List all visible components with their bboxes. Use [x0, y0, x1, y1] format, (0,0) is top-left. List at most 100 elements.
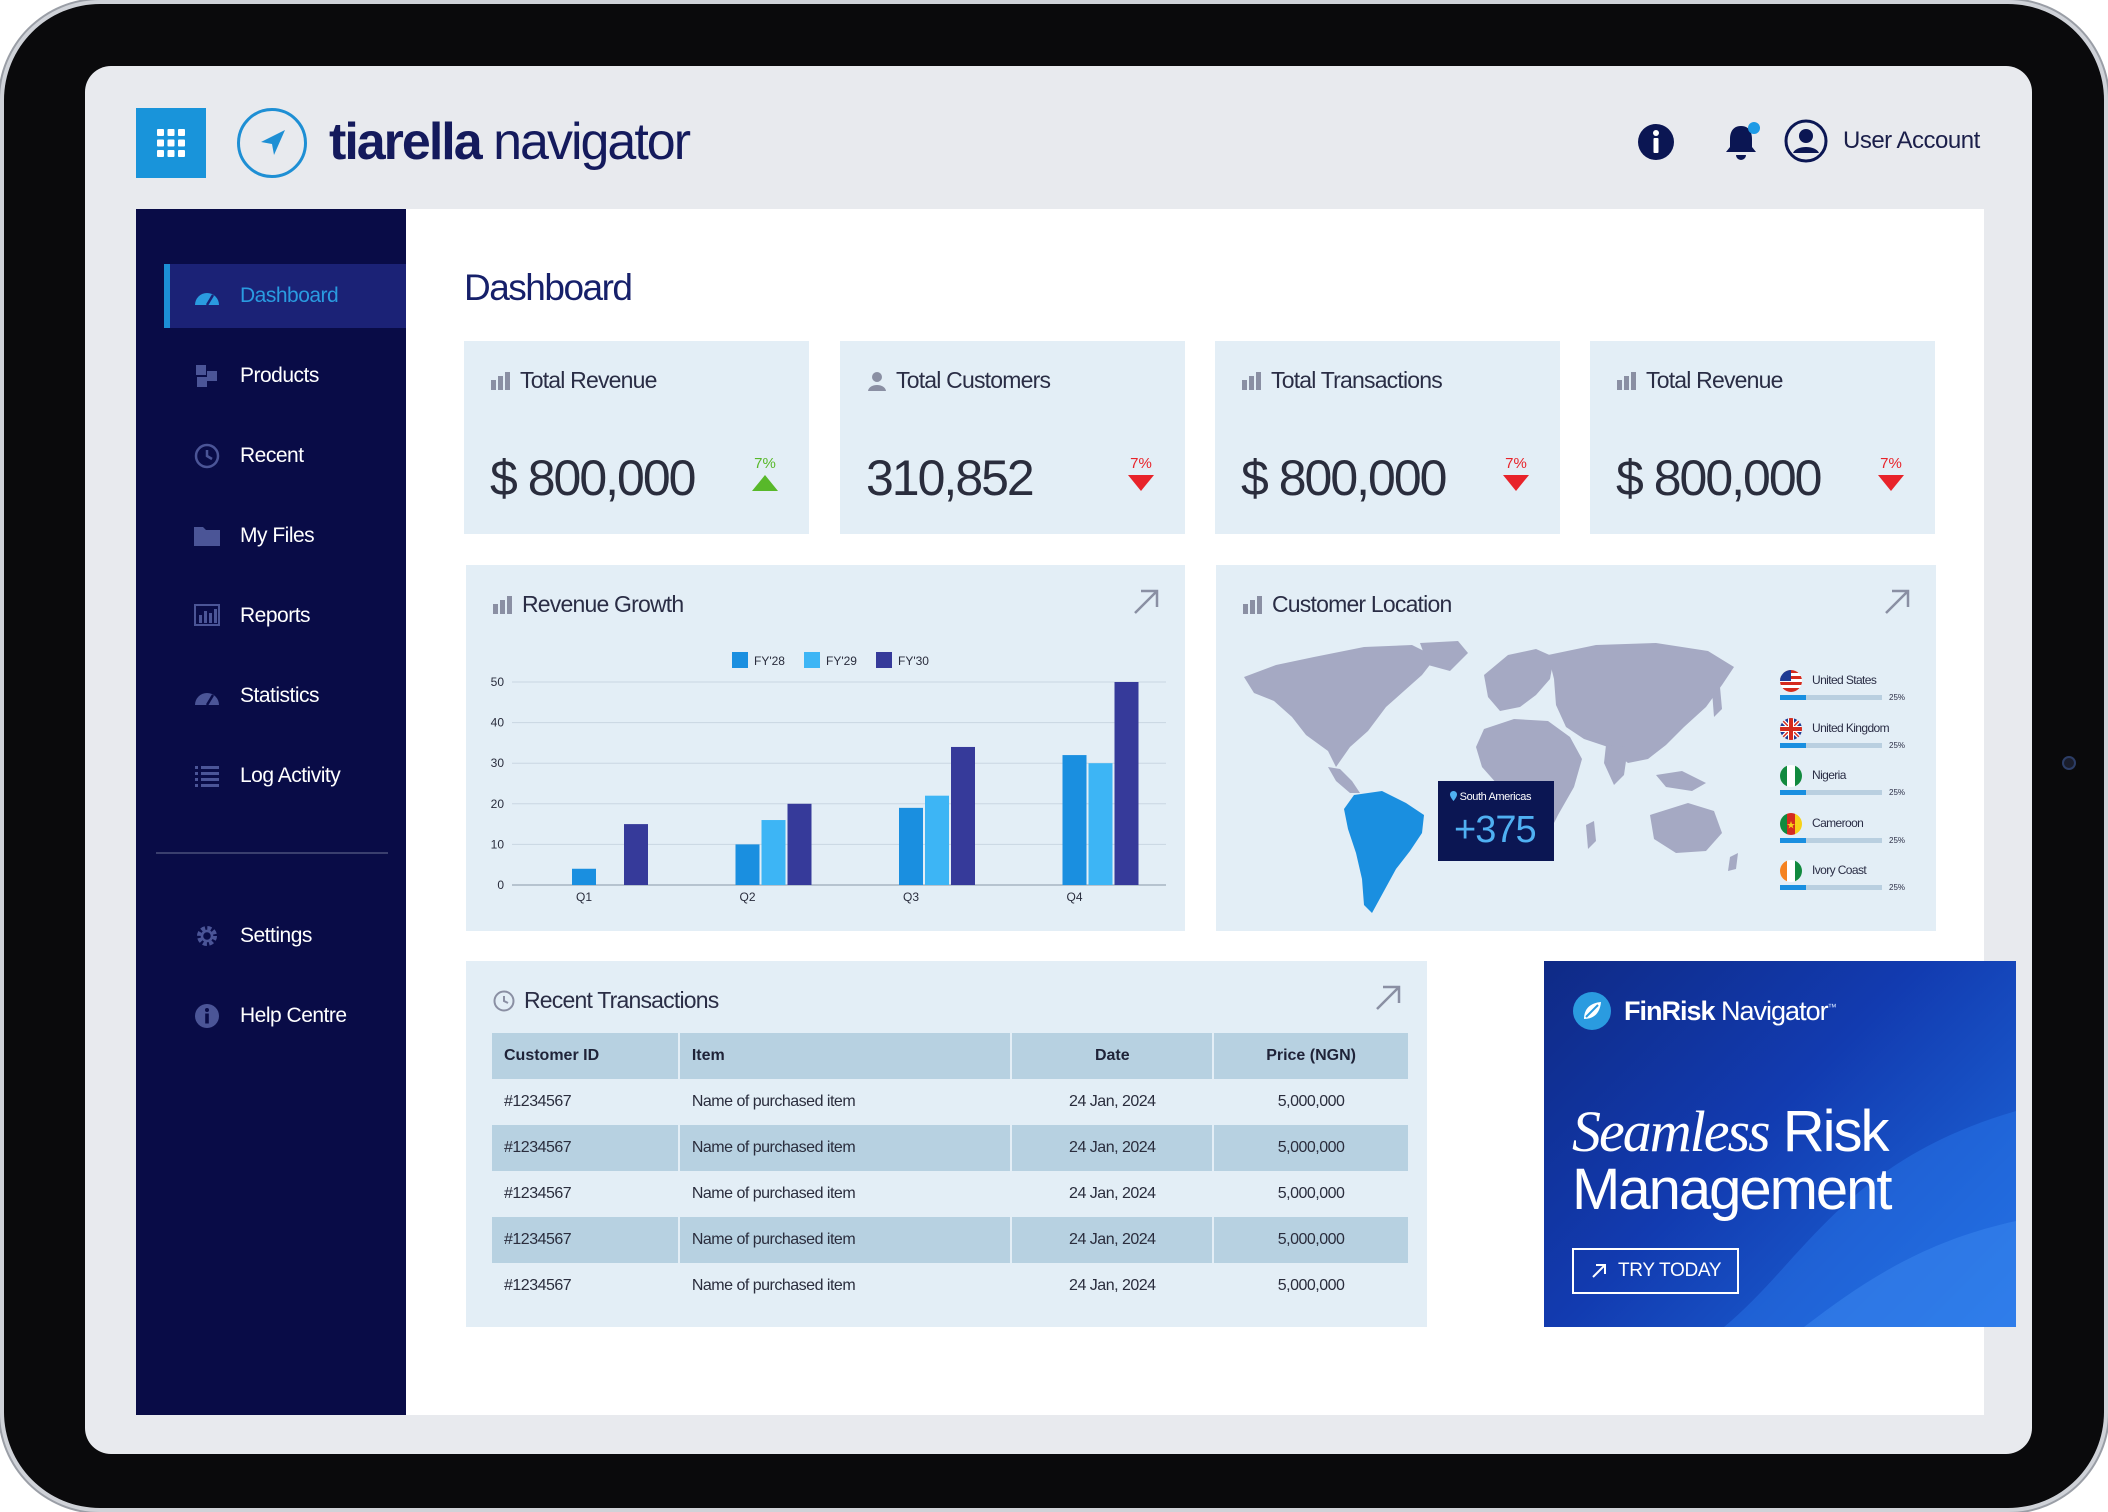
arrow-up-right-icon	[1592, 1264, 1606, 1278]
report-chart-icon	[192, 601, 222, 631]
bar-q3-series-3	[951, 746, 975, 885]
y-tick-label: 30	[491, 756, 505, 770]
kpi-value: 310,852	[866, 450, 1035, 506]
country-share-label: 25%	[1889, 693, 1906, 702]
customer-location-panel: Customer Location South Americas +375 Un…	[1216, 565, 1936, 931]
sidebar-item-settings[interactable]: Settings	[164, 904, 406, 968]
country-share-fill	[1780, 695, 1806, 700]
x-tick-label: Q3	[903, 890, 919, 904]
cell-item: Name of purchased item	[691, 1093, 856, 1110]
kpi-trend: 7%	[1125, 455, 1157, 497]
tablet-frame: tiarella navigator User Account Dashboar…	[4, 4, 2104, 1508]
y-tick-label: 0	[497, 878, 504, 892]
sidebar-item-label: Reports	[240, 604, 311, 627]
kpi-card-total-revenue: Total Revenue $ 800,000 7%	[464, 341, 809, 534]
sidebar-item-recent[interactable]: Recent	[164, 424, 406, 488]
kpi-change: 7%	[754, 455, 776, 472]
cell-item: Name of purchased item	[691, 1277, 856, 1294]
table-row[interactable]: #1234567 Name of purchased item 24 Jan, …	[492, 1171, 1409, 1217]
country-name: Cameroon	[1812, 815, 1864, 830]
kpi-trend: 7%	[1500, 455, 1532, 497]
sidebar-item-my-files[interactable]: My Files	[164, 504, 406, 568]
bar-chart-icon	[1242, 371, 1261, 390]
sidebar-item-reports[interactable]: Reports	[164, 584, 406, 648]
region-label: South Americas	[1450, 791, 1532, 803]
panel-title: Customer Location	[1272, 591, 1452, 617]
info-icon[interactable]	[1634, 120, 1678, 164]
sidebar-item-products[interactable]: Products	[164, 344, 406, 408]
sidebar-item-label: Settings	[240, 924, 312, 947]
bar-q3-series-2	[925, 795, 949, 885]
south-america-region[interactable]	[1344, 791, 1424, 913]
trend-down-icon	[1878, 475, 1904, 491]
revenue-growth-panel: Revenue Growth 0 10 20 30 40 50 Q1 Q2 Q3 Q4 FY'28 F…	[466, 565, 1185, 931]
table-row[interactable]: #1234567 Name of purchased item 24 Jan, …	[492, 1079, 1409, 1125]
sidebar-divider	[156, 852, 388, 854]
clock-icon	[192, 441, 222, 471]
app-grid-button[interactable]	[136, 108, 206, 178]
ad-brand: FinRisk Navigator™	[1572, 991, 1837, 1031]
location-pin-icon	[1450, 791, 1457, 801]
flag-us-icon	[1780, 670, 1802, 692]
cell-price: 5,000,000	[1277, 1185, 1345, 1202]
column-header-price[interactable]: Price (NGN)	[1213, 1033, 1410, 1079]
column-header-item[interactable]: Item	[678, 1033, 1013, 1079]
bar-q4-series-1	[1062, 755, 1087, 885]
region-highlight-tooltip: South Americas +375	[1438, 781, 1554, 861]
country-share-label: 25%	[1889, 740, 1906, 750]
sidebar-item-help-centre[interactable]: Help Centre	[164, 984, 406, 1048]
table-row[interactable]: #1234567 Name of purchased item 24 Jan, …	[492, 1125, 1410, 1171]
country-share-bar	[1780, 885, 1882, 890]
folder-icon	[192, 521, 222, 551]
sidebar-item-statistics[interactable]: Statistics	[164, 664, 406, 728]
country-name: Nigeria	[1812, 768, 1846, 782]
x-tick-label: Q1	[576, 890, 592, 904]
expand-arrow-icon[interactable]	[1373, 983, 1403, 1013]
transactions-table: Customer ID Item Date Price (NGN) #12345…	[492, 1033, 1410, 1309]
legend-swatch	[804, 652, 820, 668]
country-share-bar	[1780, 742, 1882, 748]
help-info-icon	[192, 1001, 222, 1031]
kpi-value: $ 800,000	[1241, 450, 1447, 506]
trend-up-icon	[752, 475, 778, 491]
sidebar-item-dashboard[interactable]: Dashboard	[164, 264, 406, 328]
bar-chart-icon	[1617, 371, 1636, 390]
cell-date: 24 Jan, 2024	[1011, 1217, 1215, 1263]
cubes-icon	[192, 361, 222, 391]
sidebar-item-label: Dashboard	[240, 284, 339, 307]
kpi-card-total-customers: Total Customers 310,852 7%	[840, 341, 1185, 534]
cell-item: Name of purchased item	[691, 1185, 856, 1202]
legend-label: FY'30	[898, 654, 929, 668]
kpi-card-total-transactions: Total Transactions $ 800,000 7%	[1215, 341, 1560, 534]
ad-headline: Seamless Risk Management	[1572, 1099, 1893, 1222]
try-today-button[interactable]: TRY TODAY	[1572, 1248, 1740, 1294]
trend-down-icon	[1128, 475, 1154, 491]
flag-cm-icon	[1780, 812, 1802, 835]
kpi-trend: 7%	[749, 455, 781, 497]
column-header-customer-id[interactable]: Customer ID	[492, 1033, 680, 1079]
bar-q4-series-2	[1088, 763, 1113, 885]
bar-chart-icon	[1243, 595, 1262, 614]
page-title: Dashboard	[464, 267, 633, 308]
bar-q4-series-3	[1114, 682, 1139, 885]
cell-price: 5,000,000	[1277, 1093, 1345, 1110]
kpi-card-total-revenue-2: Total Revenue $ 800,000 7%	[1590, 341, 1935, 534]
table-row[interactable]: #1234567 Name of purchased item 24 Jan, …	[492, 1263, 1409, 1309]
panel-title: Recent Transactions	[524, 987, 719, 1013]
table-header-row: Customer ID Item Date Price (NGN)	[492, 1033, 1410, 1079]
app-screen: tiarella navigator User Account Dashboar…	[85, 66, 2032, 1454]
brand-logo-icon	[237, 108, 307, 178]
sidebar-item-log-activity[interactable]: Log Activity	[164, 744, 406, 808]
user-account-menu[interactable]: User Account	[1783, 118, 1980, 164]
sidebar-item-label: Statistics	[240, 684, 320, 707]
column-header-date[interactable]: Date	[1011, 1033, 1215, 1079]
expand-arrow-icon[interactable]	[1882, 587, 1912, 617]
notification-bell-icon[interactable]	[1719, 120, 1763, 164]
country-share-fill	[1780, 790, 1806, 795]
bar-q2-series-3	[787, 803, 812, 885]
sidebar-item-label: My Files	[240, 524, 315, 547]
finrisk-ad-banner[interactable]: FinRisk Navigator™ Seamless Risk Managem…	[1544, 961, 2016, 1327]
table-row[interactable]: #1234567 Name of purchased item 24 Jan, …	[492, 1217, 1410, 1263]
country-share-fill	[1780, 885, 1806, 890]
y-tick-label: 10	[491, 837, 505, 851]
